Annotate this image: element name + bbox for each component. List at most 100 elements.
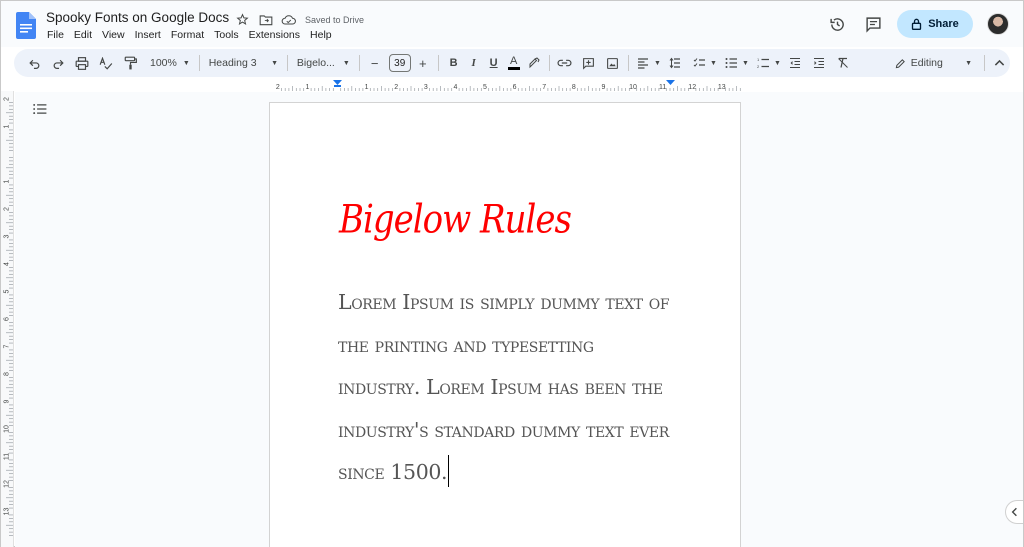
undo-icon[interactable] [24, 52, 44, 74]
ruler-label: 11 [659, 84, 666, 91]
toolbar-divider [287, 55, 288, 71]
ruler-label: 1 [4, 179, 11, 183]
menu-file[interactable]: File [47, 29, 69, 41]
body-text: Lorem Ipsum is simply dummy text of the … [338, 290, 670, 484]
title-actions: Saved to Drive [234, 11, 364, 28]
decrease-indent-icon[interactable] [785, 52, 805, 74]
line-spacing-icon[interactable] [665, 52, 685, 74]
underline-button[interactable]: U [484, 52, 504, 74]
decrease-font-size-button[interactable]: − [365, 52, 385, 74]
ruler-label: 1 [365, 84, 369, 91]
toolbar-divider [437, 55, 439, 71]
chevron-down-icon[interactable]: ▼ [709, 52, 717, 74]
hide-menus-chevron-up-icon[interactable] [990, 52, 1010, 74]
ruler-label: 11 [4, 453, 11, 460]
paint-format-icon[interactable] [120, 52, 140, 74]
ruler-label: 8 [4, 372, 11, 376]
ruler-label: 3 [424, 84, 428, 91]
chevron-down-icon[interactable]: ▼ [653, 52, 661, 74]
chevron-down-icon: ▼ [965, 59, 973, 67]
ruler-label: 1 [305, 84, 309, 91]
menu-help[interactable]: Help [310, 29, 337, 41]
checklist-icon[interactable] [689, 52, 709, 74]
right-indent-marker-icon [666, 80, 675, 85]
version-history-icon[interactable] [823, 10, 851, 38]
add-comment-icon[interactable] [579, 52, 599, 74]
menu-tools[interactable]: Tools [214, 29, 244, 41]
clear-formatting-icon[interactable] [833, 52, 853, 74]
increase-font-size-button[interactable]: + [413, 52, 433, 74]
menu-bar: File Edit View Insert Format Tools Exten… [47, 29, 342, 41]
ruler-scale: 21123456789101112131415 [276, 80, 785, 91]
font-dropdown[interactable]: Bigelo... ▼ [293, 57, 354, 69]
redo-icon[interactable] [48, 52, 68, 74]
chevron-down-icon: ▼ [342, 59, 350, 67]
font-size-input[interactable]: 39 [388, 54, 411, 72]
star-icon[interactable] [234, 11, 251, 28]
text-cursor [448, 455, 450, 487]
text-color-letter: A [509, 55, 518, 67]
chevron-down-icon: ▼ [182, 59, 190, 67]
svg-text:1: 1 [757, 57, 760, 62]
document-heading[interactable]: Bigelow Rules [339, 197, 572, 243]
vertical-ruler[interactable]: 2 1 1 2 3 4 5 6 7 8 9 10 11 12 13 [1, 91, 14, 547]
ruler-label: 3 [4, 234, 11, 238]
paragraph-style-dropdown[interactable]: Heading 3 ▼ [205, 57, 282, 69]
svg-text:2: 2 [757, 64, 760, 69]
document-title[interactable]: Spooky Fonts on Google Docs [46, 10, 229, 25]
ruler-label: 4 [4, 262, 11, 266]
chevron-down-icon[interactable]: ▼ [773, 52, 781, 74]
header-actions: Share [823, 10, 1023, 38]
increase-indent-icon[interactable] [809, 52, 829, 74]
text-color-swatch [507, 67, 520, 70]
document-body-paragraph[interactable]: Lorem Ipsum is simply dummy text of the … [338, 281, 673, 494]
menu-view[interactable]: View [102, 29, 130, 41]
ruler-label: 2 [394, 84, 398, 91]
lock-icon [912, 18, 922, 30]
ruler-label: 6 [513, 84, 517, 91]
print-icon[interactable] [72, 52, 92, 74]
comments-icon[interactable] [859, 10, 887, 38]
ruler-label: 5 [483, 84, 487, 91]
menu-format[interactable]: Format [171, 29, 209, 41]
menu-insert[interactable]: Insert [135, 29, 166, 41]
share-button[interactable]: Share [897, 10, 973, 38]
ruler-label: 5 [4, 289, 11, 293]
ruler-label: 2 [4, 207, 11, 211]
toolbar-divider [548, 55, 550, 71]
menu-edit[interactable]: Edit [74, 29, 97, 41]
docs-logo-icon[interactable] [16, 12, 36, 39]
editing-mode-dropdown[interactable]: Editing ▼ [891, 57, 976, 69]
text-color-button[interactable]: A [504, 52, 524, 74]
zoom-dropdown[interactable]: 100% ▼ [146, 57, 194, 69]
ruler-label: 1 [4, 124, 11, 128]
editing-mode-label: Editing [910, 57, 943, 69]
bulleted-list-icon[interactable] [721, 52, 741, 74]
ruler-label: 7 [4, 344, 11, 348]
bold-button[interactable]: B [444, 52, 464, 74]
side-panel-toggle-chevron-left-icon[interactable] [1005, 500, 1023, 524]
chevron-down-icon[interactable]: ▼ [741, 52, 749, 74]
insert-link-icon[interactable] [555, 52, 575, 74]
numbered-list-icon[interactable]: 12 [753, 52, 773, 74]
highlight-pen-icon[interactable] [524, 52, 544, 74]
document-outline-icon[interactable] [33, 102, 47, 120]
align-left-icon[interactable] [633, 52, 653, 74]
font-value: Bigelo... [296, 57, 335, 69]
toolbar-divider [198, 55, 200, 71]
insert-image-icon[interactable] [603, 52, 623, 74]
left-indent-marker-icon [333, 80, 342, 85]
avatar[interactable] [987, 13, 1009, 35]
chevron-down-icon: ▼ [271, 59, 278, 67]
italic-button[interactable]: I [464, 52, 484, 74]
horizontal-ruler[interactable]: 21123456789101112131415 [269, 79, 785, 91]
ruler-label: 6 [4, 317, 11, 321]
spellcheck-icon[interactable] [96, 52, 116, 74]
cloud-saved-icon[interactable] [280, 11, 297, 28]
move-folder-icon[interactable] [257, 11, 274, 28]
ruler-label: 10 [4, 425, 11, 433]
ruler-label: 13 [4, 508, 11, 516]
ruler-label: 2 [276, 84, 280, 91]
menu-extensions[interactable]: Extensions [249, 29, 305, 41]
ruler-label: 9 [601, 84, 605, 91]
